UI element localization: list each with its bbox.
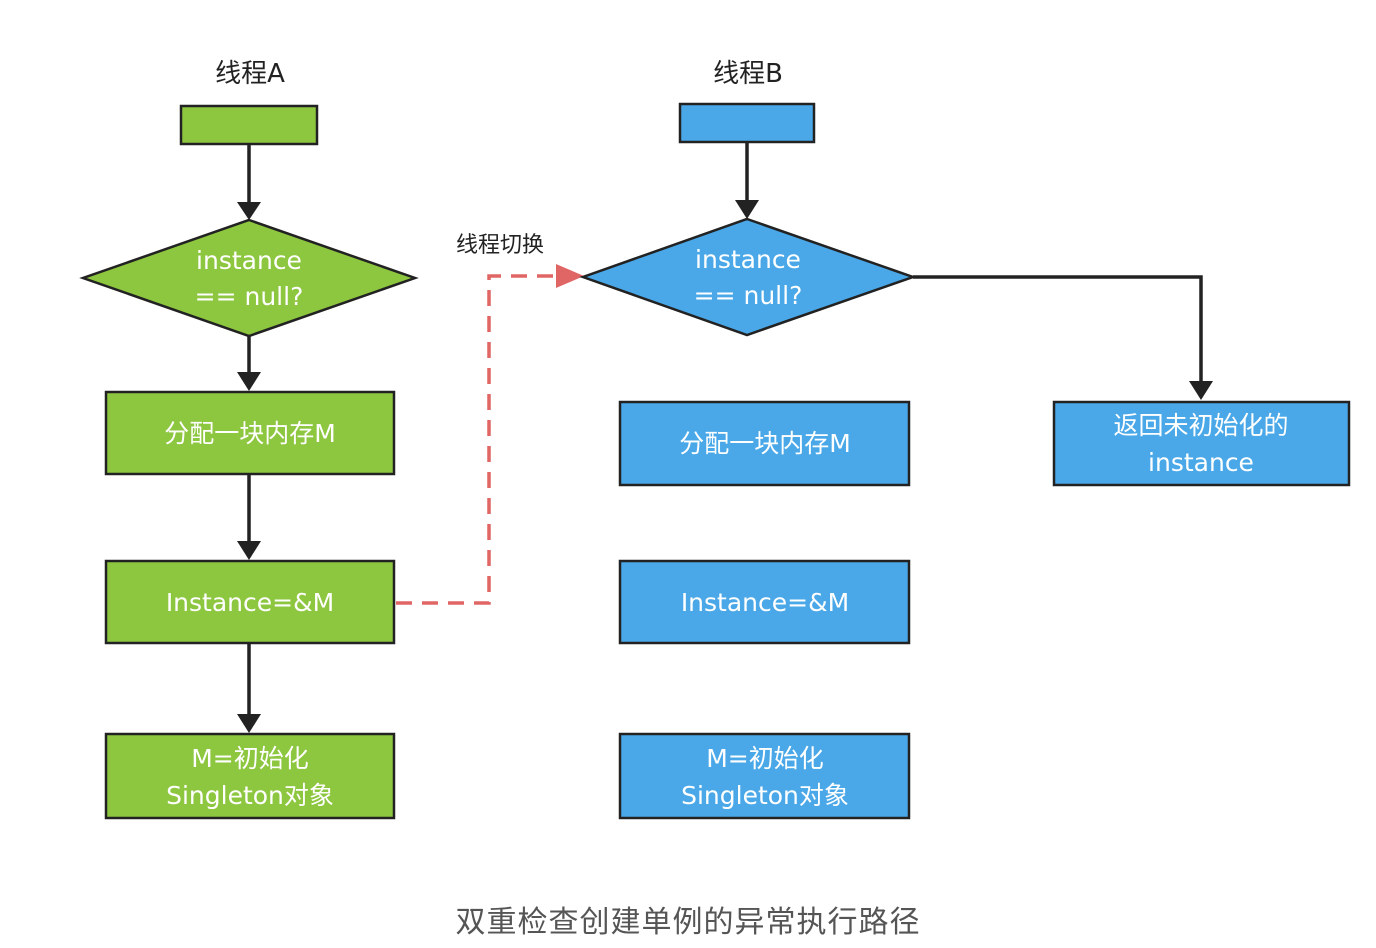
thread-a-assign-text: Instance=&M	[166, 588, 334, 617]
thread-a-init-line1: M=初始化	[191, 744, 309, 773]
thread-b-title: 线程B	[713, 59, 783, 89]
thread-a-decision-line1: instance	[196, 246, 302, 275]
thread-b-init-line1: M=初始化	[706, 744, 824, 773]
thread-a-init-line2: Singleton对象	[166, 781, 334, 810]
thread-b-return-line2: instance	[1148, 448, 1254, 477]
arrowhead	[237, 714, 261, 733]
figure-caption: 双重检查创建单例的异常执行路径	[455, 905, 921, 940]
thread-b-decision-line1: instance	[695, 245, 801, 274]
arrowhead	[1189, 381, 1213, 400]
arrowhead	[237, 202, 261, 220]
thread-switch-label: 线程切换	[456, 233, 544, 258]
flowchart: 线程A instance == null? 分配一块内存M Instance=&…	[79, 59, 1351, 820]
thread-b-decision-line2: == null?	[694, 281, 803, 310]
thread-b-alloc-text: 分配一块内存M	[679, 429, 851, 458]
thread-b-decision	[579, 217, 917, 337]
thread-switch-arrowhead	[556, 264, 584, 288]
thread-b-return-line1: 返回未初始化的	[1113, 411, 1288, 440]
arrowhead	[237, 372, 261, 391]
thread-switch-path	[396, 274, 560, 605]
arrowhead	[735, 200, 759, 219]
thread-a-start	[179, 104, 319, 146]
thread-a-alloc-text: 分配一块内存M	[164, 419, 336, 448]
thread-a-title: 线程A	[215, 59, 285, 89]
thread-b-assign-text: Instance=&M	[681, 588, 849, 617]
thread-b-start	[678, 102, 816, 144]
thread-a-decision	[79, 218, 419, 338]
arrowhead	[237, 541, 261, 560]
thread-a-decision-line2: == null?	[195, 282, 304, 311]
thread-b-init-line2: Singleton对象	[681, 781, 849, 810]
arrow-b-decision-to-return	[913, 275, 1203, 390]
